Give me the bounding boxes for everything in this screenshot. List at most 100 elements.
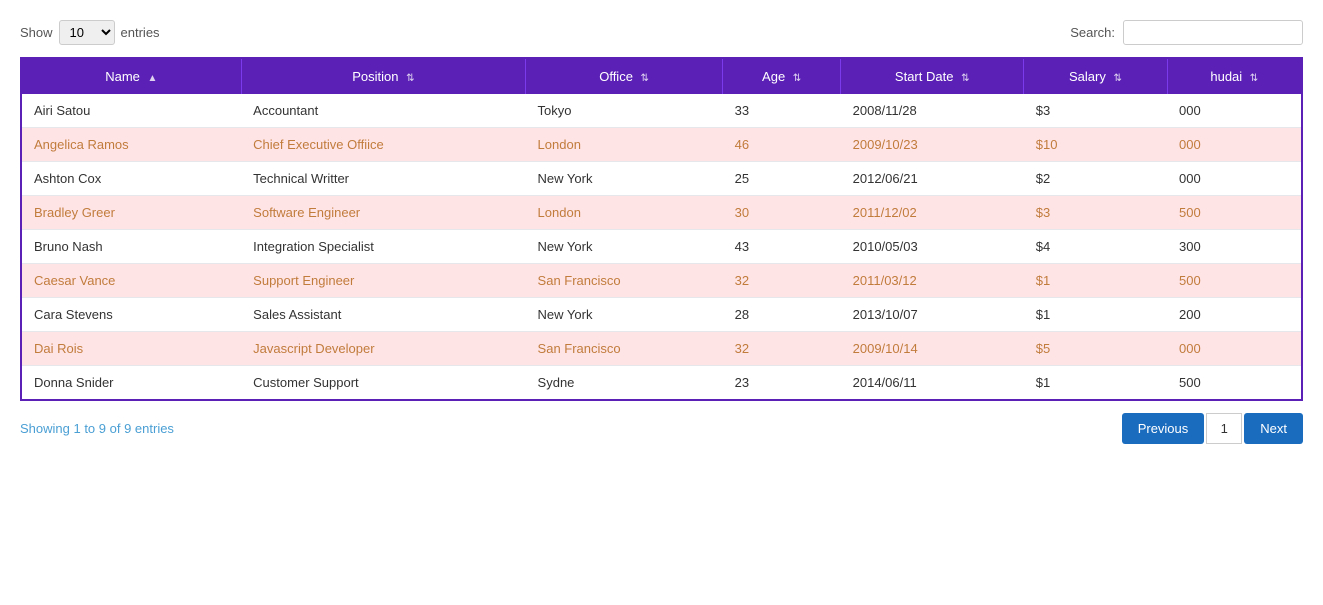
cell-salary: $1 [1024, 298, 1167, 332]
pagination: Previous 1 Next [1122, 413, 1303, 444]
cell-age: 23 [723, 366, 841, 401]
col-start-date[interactable]: Start Date ⇅ [841, 58, 1024, 94]
cell-name: Dai Rois [21, 332, 241, 366]
sort-name-icon: ▲ [148, 73, 158, 84]
table-row: Ashton CoxTechnical WritterNew York25201… [21, 162, 1302, 196]
cell-hudai: 000 [1167, 128, 1302, 162]
cell-position: Chief Executive Offiice [241, 128, 525, 162]
cell-salary: $1 [1024, 366, 1167, 401]
cell-name: Angelica Ramos [21, 128, 241, 162]
cell-salary: $10 [1024, 128, 1167, 162]
sort-startdate-icon: ⇅ [961, 73, 969, 84]
cell-position: Integration Specialist [241, 230, 525, 264]
show-label: Show [20, 25, 53, 40]
sort-office-icon: ⇅ [641, 73, 649, 84]
search-label: Search: [1070, 25, 1115, 40]
sort-position-icon: ⇅ [406, 73, 414, 84]
cell-position: Javascript Developer [241, 332, 525, 366]
cell-hudai: 000 [1167, 94, 1302, 128]
bottom-controls: Showing 1 to 9 of 9 entries Previous 1 N… [20, 413, 1303, 444]
cell-name: Airi Satou [21, 94, 241, 128]
page-number: 1 [1206, 413, 1242, 444]
cell-hudai: 000 [1167, 162, 1302, 196]
cell-start_date: 2010/05/03 [841, 230, 1024, 264]
cell-office: New York [526, 298, 723, 332]
cell-start_date: 2009/10/23 [841, 128, 1024, 162]
cell-position: Support Engineer [241, 264, 525, 298]
cell-age: 28 [723, 298, 841, 332]
top-controls: Show 10 25 50 100 entries Search: [20, 20, 1303, 45]
table-row: Bradley GreerSoftware EngineerLondon3020… [21, 196, 1302, 230]
cell-position: Sales Assistant [241, 298, 525, 332]
cell-age: 46 [723, 128, 841, 162]
sort-hudai-icon: ⇅ [1250, 73, 1258, 84]
cell-salary: $3 [1024, 196, 1167, 230]
cell-start_date: 2014/06/11 [841, 366, 1024, 401]
table-row: Dai RoisJavascript DeveloperSan Francisc… [21, 332, 1302, 366]
cell-start_date: 2011/12/02 [841, 196, 1024, 230]
cell-office: London [526, 128, 723, 162]
previous-button[interactable]: Previous [1122, 413, 1205, 444]
cell-office: San Francisco [526, 332, 723, 366]
table-header: Name ▲ Position ⇅ Office ⇅ Age ⇅ Start D… [21, 58, 1302, 94]
col-salary[interactable]: Salary ⇅ [1024, 58, 1167, 94]
cell-name: Bruno Nash [21, 230, 241, 264]
cell-salary: $3 [1024, 94, 1167, 128]
cell-age: 25 [723, 162, 841, 196]
cell-start_date: 2013/10/07 [841, 298, 1024, 332]
cell-hudai: 000 [1167, 332, 1302, 366]
cell-office: London [526, 196, 723, 230]
entries-select[interactable]: 10 25 50 100 [59, 20, 115, 45]
cell-hudai: 500 [1167, 196, 1302, 230]
table-row: Angelica RamosChief Executive OffiiceLon… [21, 128, 1302, 162]
cell-salary: $4 [1024, 230, 1167, 264]
cell-salary: $1 [1024, 264, 1167, 298]
cell-name: Caesar Vance [21, 264, 241, 298]
cell-age: 33 [723, 94, 841, 128]
cell-age: 30 [723, 196, 841, 230]
cell-start_date: 2008/11/28 [841, 94, 1024, 128]
cell-salary: $2 [1024, 162, 1167, 196]
show-entries-control: Show 10 25 50 100 entries [20, 20, 160, 45]
col-name[interactable]: Name ▲ [21, 58, 241, 94]
cell-name: Bradley Greer [21, 196, 241, 230]
table-row: Donna SniderCustomer SupportSydne232014/… [21, 366, 1302, 401]
showing-info: Showing 1 to 9 of 9 entries [20, 421, 174, 436]
entries-label: entries [121, 25, 160, 40]
header-row: Name ▲ Position ⇅ Office ⇅ Age ⇅ Start D… [21, 58, 1302, 94]
col-office[interactable]: Office ⇅ [526, 58, 723, 94]
cell-age: 32 [723, 264, 841, 298]
table-body: Airi SatouAccountantTokyo332008/11/28$30… [21, 94, 1302, 400]
next-button[interactable]: Next [1244, 413, 1303, 444]
cell-age: 32 [723, 332, 841, 366]
cell-start_date: 2012/06/21 [841, 162, 1024, 196]
cell-office: New York [526, 230, 723, 264]
cell-hudai: 500 [1167, 366, 1302, 401]
table-row: Bruno NashIntegration SpecialistNew York… [21, 230, 1302, 264]
cell-name: Cara Stevens [21, 298, 241, 332]
cell-name: Donna Snider [21, 366, 241, 401]
cell-start_date: 2011/03/12 [841, 264, 1024, 298]
table-row: Caesar VanceSupport EngineerSan Francisc… [21, 264, 1302, 298]
cell-office: Sydne [526, 366, 723, 401]
cell-age: 43 [723, 230, 841, 264]
sort-salary-icon: ⇅ [1113, 73, 1121, 84]
cell-position: Accountant [241, 94, 525, 128]
col-position[interactable]: Position ⇅ [241, 58, 525, 94]
cell-salary: $5 [1024, 332, 1167, 366]
cell-position: Technical Writter [241, 162, 525, 196]
table-row: Airi SatouAccountantTokyo332008/11/28$30… [21, 94, 1302, 128]
cell-office: Tokyo [526, 94, 723, 128]
cell-hudai: 300 [1167, 230, 1302, 264]
cell-start_date: 2009/10/14 [841, 332, 1024, 366]
search-input[interactable] [1123, 20, 1303, 45]
search-area: Search: [1070, 20, 1303, 45]
cell-position: Software Engineer [241, 196, 525, 230]
table-row: Cara StevensSales AssistantNew York28201… [21, 298, 1302, 332]
col-hudai[interactable]: hudai ⇅ [1167, 58, 1302, 94]
col-age[interactable]: Age ⇅ [723, 58, 841, 94]
cell-hudai: 500 [1167, 264, 1302, 298]
cell-position: Customer Support [241, 366, 525, 401]
cell-office: New York [526, 162, 723, 196]
cell-name: Ashton Cox [21, 162, 241, 196]
